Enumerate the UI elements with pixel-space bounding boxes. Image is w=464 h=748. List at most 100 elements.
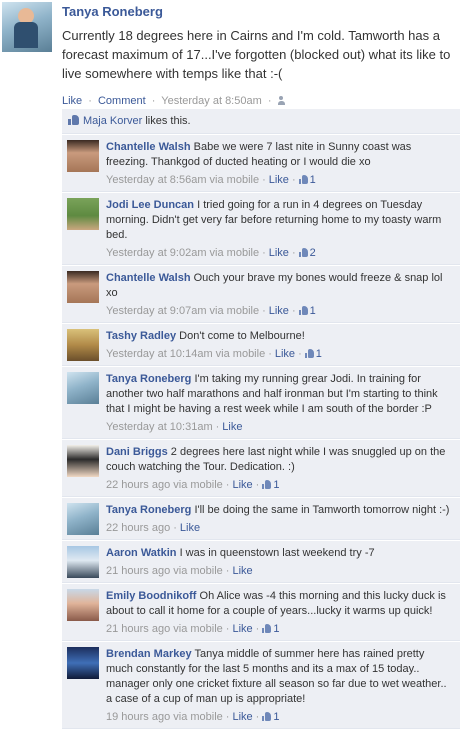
comment-body: Chantelle Walsh Babe we were 7 last nite… — [106, 135, 460, 191]
commenter-name-link[interactable]: Tanya Roneberg — [106, 373, 191, 385]
separator-dot: · — [291, 174, 296, 186]
comment-like-link[interactable]: Like — [269, 305, 289, 317]
thumbs-up-icon[interactable] — [298, 248, 308, 257]
liker-name-link[interactable]: Maja Korver — [83, 115, 142, 127]
thumbs-up-icon[interactable] — [262, 480, 272, 489]
comment-like-count[interactable]: 1 — [316, 348, 322, 360]
post-comment-link[interactable]: Comment — [98, 95, 146, 107]
comment-text-block: Chantelle Walsh Ouch your brave my bones… — [106, 271, 452, 301]
thumbs-up-icon[interactable] — [262, 624, 272, 633]
comment-text-block: Tanya Roneberg I'll be doing the same in… — [106, 503, 452, 518]
commenter-name-link[interactable]: Aaron Watkin — [106, 547, 177, 559]
comment-timestamp[interactable]: 22 hours ago — [106, 522, 170, 534]
separator-dot: · — [255, 479, 260, 491]
comment-text-block: Brendan Markey Tanya middle of summer he… — [106, 647, 452, 707]
comment-like-count[interactable]: 1 — [273, 711, 279, 723]
comment-like-link[interactable]: Like — [275, 348, 295, 360]
likes-suffix: likes this. — [142, 115, 191, 127]
separator-dot: · — [262, 305, 266, 317]
comment-like-count[interactable]: 1 — [273, 623, 279, 635]
separator-dot: · — [291, 247, 296, 259]
commenter-avatar[interactable] — [67, 589, 99, 621]
comment-like-link[interactable]: Like — [269, 174, 289, 186]
thumbs-up-icon[interactable] — [298, 175, 308, 184]
commenter-name-link[interactable]: Brendan Markey — [106, 648, 192, 660]
commenter-avatar[interactable] — [67, 372, 99, 404]
commenter-avatar[interactable] — [67, 546, 99, 578]
comment-timestamp[interactable]: Yesterday at 8:56am via mobile — [106, 174, 259, 186]
comment-text-block: Dani Briggs 2 degrees here last night wh… — [106, 445, 452, 475]
thumbs-up-icon — [68, 115, 79, 125]
comment-like-link[interactable]: Like — [232, 623, 252, 635]
separator-dot: · — [88, 95, 92, 107]
comment-item: Brendan Markey Tanya middle of summer he… — [62, 641, 460, 729]
separator-dot: · — [262, 247, 266, 259]
comment-item: Jodi Lee Duncan I tried going for a run … — [62, 192, 460, 265]
comment-meta: Yesterday at 8:56am via mobile · Like · 1 — [106, 173, 452, 187]
comment-like-count[interactable]: 1 — [310, 305, 316, 317]
comment-like-link[interactable]: Like — [269, 247, 289, 259]
comment-timestamp[interactable]: Yesterday at 9:07am via mobile — [106, 305, 259, 317]
thumbs-up-icon[interactable] — [304, 349, 314, 358]
commenter-avatar[interactable] — [67, 198, 99, 230]
comment-body: Emily Boodnikoff Oh Alice was -4 this mo… — [106, 584, 460, 640]
commenter-name-link[interactable]: Emily Boodnikoff — [106, 590, 196, 602]
separator-dot: · — [215, 421, 220, 433]
comment-timestamp[interactable]: 19 hours ago via mobile — [106, 711, 223, 723]
comment-meta: Yesterday at 10:31am · Like — [106, 420, 452, 434]
commenter-avatar[interactable] — [67, 329, 99, 361]
comment-meta: 22 hours ago via mobile · Like · 1 — [106, 478, 452, 492]
comment-like-link[interactable]: Like — [180, 522, 200, 534]
comment-item: Tanya Roneberg I'll be doing the same in… — [62, 497, 460, 540]
commenter-avatar[interactable] — [67, 503, 99, 535]
separator-dot: · — [268, 348, 272, 360]
comment-body: Tanya Roneberg I'll be doing the same in… — [106, 498, 460, 539]
post-timestamp[interactable]: Yesterday at 8:50am — [161, 95, 262, 107]
comment-text-block: Aaron Watkin I was in queenstown last we… — [106, 546, 452, 561]
commenter-name-link[interactable]: Tanya Roneberg — [106, 504, 191, 516]
commenter-name-link[interactable]: Jodi Lee Duncan — [106, 199, 194, 211]
comment-timestamp[interactable]: 22 hours ago via mobile — [106, 479, 223, 491]
comment-item: Emily Boodnikoff Oh Alice was -4 this mo… — [62, 583, 460, 641]
commenter-name-link[interactable]: Dani Briggs — [106, 446, 168, 458]
commenter-avatar[interactable] — [67, 271, 99, 303]
comment-text-block: Tashy Radley Don't come to Melbourne! — [106, 329, 452, 344]
comment-like-count[interactable]: 2 — [310, 247, 316, 259]
separator-dot: · — [151, 95, 156, 107]
comment-like-link[interactable]: Like — [232, 565, 252, 577]
comment-item: Dani Briggs 2 degrees here last night wh… — [62, 439, 460, 497]
comment-timestamp[interactable]: 21 hours ago via mobile — [106, 565, 223, 577]
comment-like-link[interactable]: Like — [232, 479, 252, 491]
commenter-name-link[interactable]: Tashy Radley — [106, 330, 176, 342]
comment-like-count[interactable]: 1 — [310, 174, 316, 186]
thumbs-up-icon[interactable] — [262, 712, 272, 721]
comment-like-link[interactable]: Like — [222, 421, 242, 433]
friends-privacy-icon[interactable] — [277, 96, 288, 105]
commenter-avatar[interactable] — [67, 647, 99, 679]
thumbs-up-icon[interactable] — [298, 306, 308, 315]
separator-dot: · — [291, 305, 296, 317]
post-message: Currently 18 degrees here in Cairns and … — [62, 28, 451, 81]
comment-item: Aaron Watkin I was in queenstown last we… — [62, 540, 460, 583]
comment-body: Tashy Radley Don't come to Melbourne! Yes… — [106, 324, 460, 365]
comment-meta: Yesterday at 9:07am via mobile · Like · 1 — [106, 304, 452, 318]
separator-dot: · — [173, 522, 177, 534]
comment-body: Brendan Markey Tanya middle of summer he… — [106, 642, 460, 728]
commenter-name-link[interactable]: Chantelle Walsh — [106, 272, 191, 284]
likes-summary: Maja Korver likes this. — [62, 109, 460, 134]
comment-body: Chantelle Walsh Ouch your brave my bones… — [106, 266, 460, 322]
comment-meta: Yesterday at 9:02am via mobile · Like · 2 — [106, 246, 452, 260]
author-avatar[interactable] — [2, 2, 52, 52]
commenter-name-link[interactable]: Chantelle Walsh — [106, 141, 191, 153]
commenter-avatar[interactable] — [67, 140, 99, 172]
comment-timestamp[interactable]: 21 hours ago via mobile — [106, 623, 223, 635]
post-like-link[interactable]: Like — [62, 95, 82, 107]
comment-like-count[interactable]: 1 — [273, 479, 279, 491]
post-author-link[interactable]: Tanya Roneberg — [62, 2, 460, 22]
comment-timestamp[interactable]: Yesterday at 10:31am — [106, 421, 213, 433]
comment-timestamp[interactable]: Yesterday at 10:14am via mobile — [106, 348, 265, 360]
comment-like-link[interactable]: Like — [232, 711, 252, 723]
comment-message: I'll be doing the same in Tamworth tomor… — [194, 504, 450, 516]
comment-timestamp[interactable]: Yesterday at 9:02am via mobile — [106, 247, 259, 259]
commenter-avatar[interactable] — [67, 445, 99, 477]
